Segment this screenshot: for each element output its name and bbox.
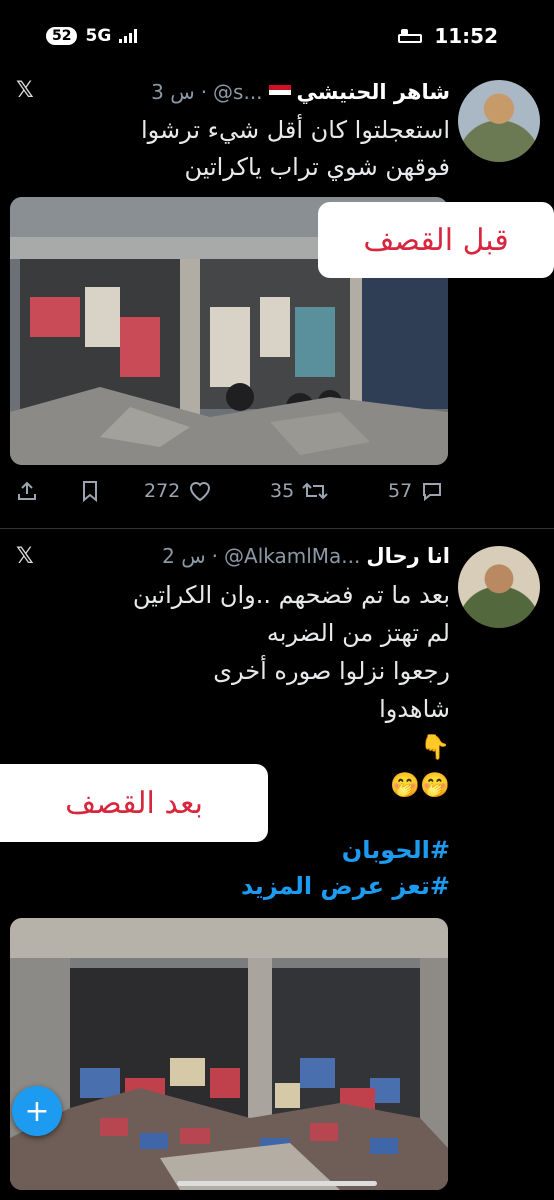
share-icon xyxy=(18,481,36,500)
share-button[interactable] xyxy=(16,480,38,502)
like-button[interactable]: 272 xyxy=(144,480,212,502)
retweet-icon xyxy=(302,482,328,500)
reply-button[interactable]: 57 xyxy=(388,480,444,502)
bookmark-button[interactable] xyxy=(80,480,100,502)
hashtag-link[interactable]: #الحوبان xyxy=(241,832,450,868)
compose-button[interactable]: + xyxy=(12,1086,62,1136)
building-rubble-image xyxy=(10,918,448,1190)
plus-icon: + xyxy=(24,1093,50,1129)
tweet-header: شاهر الحنيشي @s... · 3 س xyxy=(151,80,450,104)
tweet-text-line: رجعوا نزلوا صوره أخرى xyxy=(213,657,450,685)
separator-dot: · xyxy=(200,80,208,104)
tweet-time: 2 س xyxy=(162,544,206,568)
overlay-label-after: بعد القصف xyxy=(0,764,268,842)
retweet-count: 35 xyxy=(270,480,295,502)
overlay-label-before: قبل القصف xyxy=(318,202,554,278)
hashtags: #الحوبان #تعز عرض المزيد xyxy=(241,832,450,904)
avatar[interactable] xyxy=(458,80,540,162)
tweet-time: 3 س xyxy=(151,80,195,104)
separator-dot: · xyxy=(211,544,219,568)
heart-icon xyxy=(190,482,211,502)
tweet-text-line: بعد ما تم فضحهم ..وان الكراتين xyxy=(132,581,450,609)
divider xyxy=(0,528,554,529)
author-handle[interactable]: @AlkamlMa... xyxy=(224,544,360,568)
tweet-1[interactable]: 𝕏 شاهر الحنيشي @s... · 3 س استعجلتوا كان… xyxy=(0,0,554,520)
like-count: 272 xyxy=(144,480,181,502)
tweet-text-line: شاهدوا xyxy=(379,695,450,723)
author-name[interactable]: انا رحال xyxy=(366,544,450,568)
tweet-header: انا رحال @AlkamlMa... · 2 س xyxy=(162,544,450,568)
tweet-text-line: استعجلتوا كان أقل شيء ترشوا xyxy=(140,116,450,144)
tweet-actions: 272 35 57 xyxy=(0,480,554,520)
tweet-2[interactable]: 𝕏 انا رحال @AlkamlMa... · 2 س بعد ما تم … xyxy=(0,530,554,1190)
author-handle[interactable]: @s... xyxy=(213,80,263,104)
tweet-image[interactable] xyxy=(10,918,448,1190)
x-logo-icon: 𝕏 xyxy=(16,544,34,569)
tweet-text: استعجلتوا كان أقل شيء ترشوا فوقهن شوي تر… xyxy=(141,112,450,186)
tweet-text-line: فوقهن شوي تراب ياكراتين xyxy=(184,153,450,182)
pointing-down-emoji: 👇 xyxy=(420,733,450,761)
reply-count: 57 xyxy=(388,480,413,502)
hashtag-link[interactable]: #تعز عرض المزيد xyxy=(241,868,450,904)
reply-icon xyxy=(423,483,442,502)
x-logo-icon: 𝕏 xyxy=(16,78,34,103)
retweet-button[interactable]: 35 xyxy=(270,480,328,502)
yemen-flag-icon xyxy=(268,84,291,100)
tweet-text-line: لم تهتز من الضربه xyxy=(266,619,450,647)
author-name[interactable]: شاهر الحنيشي xyxy=(297,80,450,104)
avatar[interactable] xyxy=(458,546,540,628)
bookmark-icon xyxy=(83,481,97,502)
home-indicator[interactable] xyxy=(177,1181,377,1186)
